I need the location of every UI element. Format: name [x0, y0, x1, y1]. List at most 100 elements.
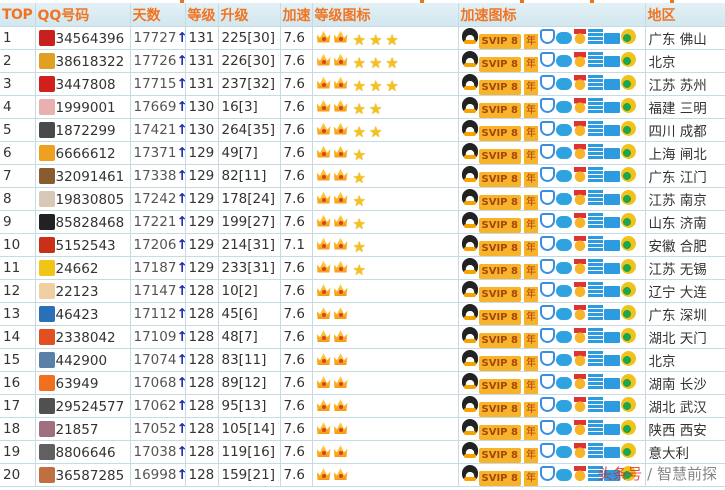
days-value: 17338 [133, 168, 177, 184]
qq-number[interactable]: 1872299 [56, 123, 116, 139]
table-row[interactable]: 172952457717062↑12895[13]7.6SVIP 8年湖北 武汉 [0, 394, 725, 418]
table-row[interactable]: 98582846817221↑129199[27]7.6★SVIP 8年山东 济… [0, 210, 725, 234]
avatar[interactable] [38, 374, 55, 391]
col-top[interactable]: TOP [0, 3, 36, 27]
table-row[interactable]: 5187229917421↑130264[35]7.6★★SVIP 8年四川 成… [0, 118, 725, 142]
table-row[interactable]: 122212317147↑12810[2]7.6SVIP 8年辽宁 大连 [0, 279, 725, 303]
table-row[interactable]: 182185717052↑128105[14]7.6SVIP 8年陕西 西安 [0, 417, 725, 441]
table-row[interactable]: 134642317112↑12845[6]7.6SVIP 8年广东 深圳 [0, 302, 725, 326]
avatar[interactable] [38, 75, 55, 92]
avatar[interactable] [38, 351, 55, 368]
table-row[interactable]: 13456439617727↑131225[30]7.6★★★SVIP 8年广东… [0, 26, 725, 50]
avatar[interactable] [38, 282, 55, 299]
col-days[interactable]: 天数 [130, 3, 186, 27]
avatar[interactable] [38, 420, 55, 437]
qq-number[interactable]: 5152543 [56, 238, 116, 254]
qq-number[interactable]: 22123 [56, 284, 99, 300]
table-row[interactable]: 6666661217371↑12949[7]7.6★SVIP 8年上海 闸北 [0, 141, 725, 165]
days-cell: 17187↑ [130, 256, 186, 280]
medal-icon [573, 235, 586, 251]
qq-number[interactable]: 85828468 [56, 215, 125, 231]
qq-number[interactable]: 442900 [56, 353, 108, 369]
document-icon [587, 350, 603, 366]
region-cell: 江苏 无锡 [645, 256, 725, 280]
star-icon: ★ [368, 122, 383, 141]
accel-icons-cell: SVIP 8年 [458, 95, 646, 119]
avatar[interactable] [38, 236, 55, 253]
avatar[interactable] [38, 144, 55, 161]
col-level-icons[interactable]: 等级图标 [312, 3, 459, 27]
avatar[interactable] [38, 466, 55, 483]
upgrade-cell: 264[35] [218, 118, 281, 142]
col-region[interactable]: 地区 [645, 3, 725, 27]
avatar[interactable] [38, 98, 55, 115]
col-level[interactable]: 等级 [185, 3, 219, 27]
document-icon [587, 327, 603, 343]
avatar[interactable] [38, 259, 55, 276]
qq-number[interactable]: 8806646 [56, 445, 116, 461]
table-row[interactable]: 81983080517242↑129178[24]7.6★SVIP 8年江苏 南… [0, 187, 725, 211]
region-cell: 陕西 西安 [645, 417, 725, 441]
crown-icon [333, 168, 349, 183]
avatar[interactable] [38, 29, 55, 46]
qq-number[interactable]: 6666612 [56, 146, 116, 162]
accel-icons-cell: SVIP 8年 [458, 440, 646, 464]
col-speed[interactable]: 加速 [280, 3, 313, 27]
avatar[interactable] [38, 213, 55, 230]
qq-number[interactable]: 19830805 [56, 192, 125, 208]
col-accel-icons[interactable]: 加速图标 [458, 3, 646, 27]
avatar[interactable] [38, 305, 55, 322]
table-row[interactable]: 73209146117338↑12982[11]7.6★SVIP 8年广东 江门 [0, 164, 725, 188]
avatar[interactable] [38, 121, 55, 138]
table-row[interactable]: 23861832217726↑131226[30]7.6★★★SVIP 8年北京 [0, 49, 725, 73]
table-row[interactable]: 112466217187↑129233[31]7.6★SVIP 8年江苏 无锡 [0, 256, 725, 280]
upgrade-cell: 82[11] [218, 164, 281, 188]
upgrade-cell: 45[6] [218, 302, 281, 326]
qq-number[interactable]: 3447808 [56, 77, 116, 93]
qq-number[interactable]: 29524577 [56, 399, 125, 415]
qq-cell: 63949 [35, 371, 131, 395]
avatar[interactable] [38, 52, 55, 69]
col-qq[interactable]: QQ号码 [35, 3, 131, 27]
avatar[interactable] [38, 328, 55, 345]
year-badge: 年 [523, 447, 538, 463]
year-badge: 年 [523, 240, 538, 256]
table-row[interactable]: 19880664617038↑128119[16]7.6SVIP 8年意大利 [0, 440, 725, 464]
table-row[interactable]: 3344780817715↑131237[32]7.6★★★SVIP 8年江苏 … [0, 72, 725, 96]
svip-badge: SVIP 8 [478, 102, 521, 118]
arrow-up-icon: ↑ [176, 237, 184, 253]
qq-number[interactable]: 46423 [56, 307, 99, 323]
table-row[interactable]: 166394917068↑12889[12]7.6SVIP 8年湖南 长沙 [0, 371, 725, 395]
qq-number[interactable]: 34564396 [56, 31, 125, 47]
card-icon [603, 400, 620, 412]
crown-icon [316, 329, 332, 344]
qq-number[interactable]: 1999001 [56, 100, 116, 116]
table-row[interactable]: 14233804217109↑12848[7]7.6SVIP 8年湖北 天门 [0, 325, 725, 349]
year-badge: 年 [523, 79, 538, 95]
level-cell: 128 [185, 463, 219, 487]
music-icon [620, 235, 636, 251]
avatar[interactable] [38, 190, 55, 207]
crown-icon [316, 214, 332, 229]
qq-guard-icon [539, 143, 555, 159]
days-value: 17147 [133, 283, 177, 299]
year-badge: 年 [523, 355, 538, 371]
qq-number[interactable]: 36587285 [56, 468, 125, 484]
table-row[interactable]: 1544290017074↑12883[11]7.6SVIP 8年北京 [0, 348, 725, 372]
avatar[interactable] [38, 443, 55, 460]
qq-number[interactable]: 32091461 [56, 169, 125, 185]
col-upgrade[interactable]: 升级 [218, 3, 281, 27]
qq-number[interactable]: 24662 [56, 261, 99, 277]
region-cell: 意大利 [645, 440, 725, 464]
qq-number[interactable]: 38618322 [56, 54, 125, 70]
qq-number[interactable]: 2338042 [56, 330, 116, 346]
qq-number[interactable]: 63949 [56, 376, 99, 392]
level-cell: 131 [185, 49, 219, 73]
qq-cell: 24662 [35, 256, 131, 280]
svip-badge: SVIP 8 [478, 378, 521, 394]
avatar[interactable] [38, 167, 55, 184]
table-row[interactable]: 4199900117669↑13016[3]7.6★★SVIP 8年福建 三明 [0, 95, 725, 119]
qq-number[interactable]: 21857 [56, 422, 99, 438]
table-row[interactable]: 10515254317206↑129214[31]7.1★SVIP 8年安徽 合… [0, 233, 725, 257]
avatar[interactable] [38, 397, 55, 414]
